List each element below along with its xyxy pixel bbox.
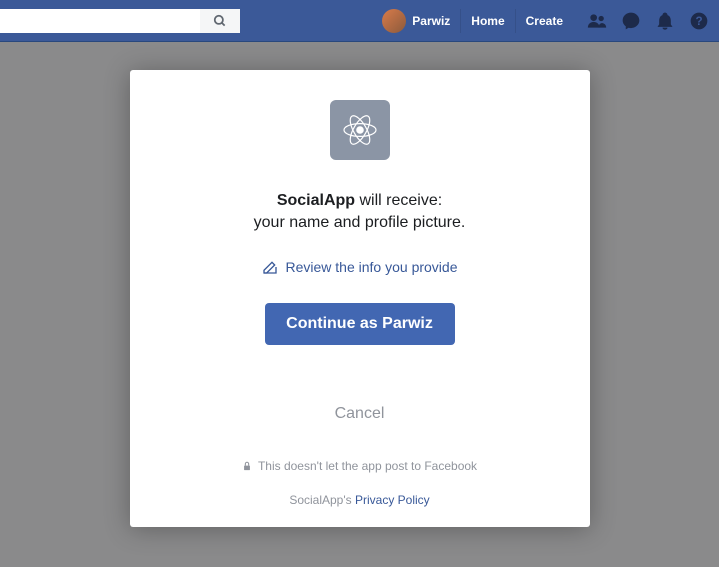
atom-icon: [340, 110, 380, 150]
modal-overlay: SocialApp will receive: your name and pr…: [0, 42, 719, 567]
lock-icon: [242, 460, 252, 472]
profile-link[interactable]: Parwiz: [412, 9, 460, 33]
friends-icon[interactable]: [587, 11, 607, 31]
create-link[interactable]: Create: [515, 9, 573, 33]
permission-text: SocialApp will receive: your name and pr…: [150, 190, 570, 235]
search-input[interactable]: [0, 9, 200, 33]
edit-icon: [262, 259, 278, 275]
cancel-button[interactable]: Cancel: [335, 405, 385, 423]
search-icon: [213, 14, 227, 28]
messenger-icon[interactable]: [621, 11, 641, 31]
home-link[interactable]: Home: [460, 9, 514, 33]
search-container: [0, 9, 240, 33]
auth-dialog: SocialApp will receive: your name and pr…: [130, 70, 590, 527]
notifications-icon[interactable]: [655, 11, 675, 31]
help-icon[interactable]: ?: [689, 11, 709, 31]
search-button[interactable]: [200, 9, 240, 33]
app-name-label: SocialApp: [277, 192, 355, 209]
privacy-policy-link[interactable]: Privacy Policy: [355, 493, 430, 507]
avatar[interactable]: [382, 9, 406, 33]
top-nav-bar: Parwiz Home Create: [0, 0, 719, 42]
continue-button[interactable]: Continue as Parwiz: [265, 303, 455, 345]
review-info-link[interactable]: Review the info you provide: [262, 259, 458, 275]
nav-right: Parwiz Home Create: [382, 9, 709, 33]
disclaimer-text: This doesn't let the app post to Faceboo…: [150, 459, 570, 473]
svg-text:?: ?: [695, 15, 702, 28]
app-icon: [330, 100, 390, 160]
privacy-line: SocialApp's Privacy Policy: [150, 493, 570, 507]
